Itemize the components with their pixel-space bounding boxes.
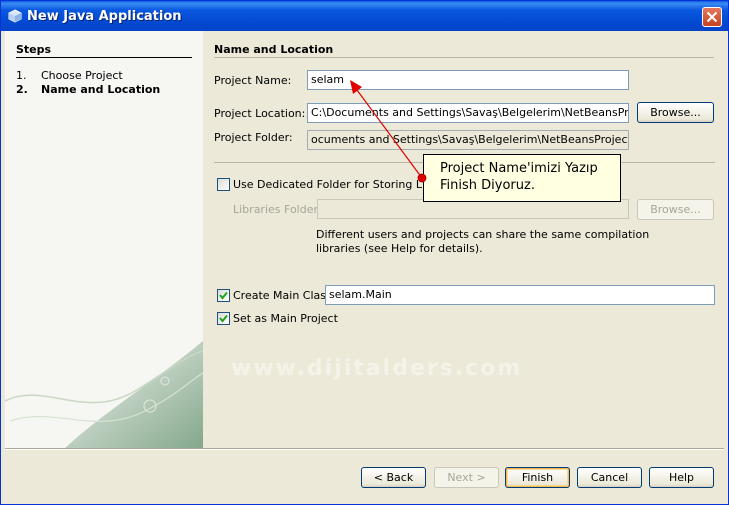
step-label: Choose Project	[41, 69, 123, 82]
browse-location-button[interactable]: Browse...	[637, 102, 714, 123]
step-label: Name and Location	[41, 83, 161, 96]
watermark-text: www.dijitalders.com	[231, 356, 523, 381]
libraries-help-line1: Different users and projects can share t…	[316, 228, 650, 241]
libraries-folder-input[interactable]	[317, 199, 629, 219]
button-bar-divider-highlight	[5, 449, 724, 450]
window-title: New Java Application	[27, 9, 182, 24]
close-icon	[706, 11, 718, 23]
cancel-button[interactable]: Cancel	[577, 467, 642, 488]
finish-button[interactable]: Finish	[505, 467, 570, 488]
project-location-label: Project Location:	[214, 107, 306, 120]
dialog-window: New Java Application Steps 1. Choose Proj…	[0, 0, 729, 505]
step-choose-project: 1. Choose Project	[16, 69, 123, 82]
annotation-callout: Project Name'imizi Yazıp Finish Diyoruz.	[423, 154, 621, 202]
steps-title: Steps	[16, 43, 52, 56]
set-main-project-checkbox[interactable]	[217, 312, 230, 325]
callout-line1: Project Name'imizi Yazıp	[440, 161, 598, 176]
project-location-input[interactable]: C:\Documents and Settings\Savaş\Belgeler…	[307, 103, 629, 123]
dedicated-folder-label[interactable]: Use Dedicated Folder for Storing Librari	[233, 178, 451, 191]
checkmark-icon	[219, 291, 228, 300]
libraries-help-line2: libraries (see Help for details).	[316, 242, 483, 255]
steps-divider	[16, 57, 192, 58]
libraries-folder-label: Libraries Folder:	[233, 203, 322, 216]
checkmark-icon	[219, 314, 228, 323]
project-folder-label: Project Folder:	[214, 131, 293, 144]
step-number: 1.	[16, 69, 27, 82]
set-main-project-label[interactable]: Set as Main Project	[233, 312, 338, 325]
back-button[interactable]: < Back	[361, 467, 426, 488]
close-button[interactable]	[702, 7, 722, 27]
main-class-input[interactable]: selam.Main	[325, 285, 715, 305]
dedicated-folder-checkbox[interactable]	[217, 178, 230, 191]
next-button[interactable]: Next >	[434, 467, 499, 488]
help-button[interactable]: Help	[649, 467, 714, 488]
step-number: 2.	[16, 83, 28, 96]
step-name-and-location: 2. Name and Location	[16, 83, 160, 96]
swirl-decoration	[5, 341, 203, 448]
project-name-label: Project Name:	[214, 74, 292, 87]
project-folder-field[interactable]: ocuments and Settings\Savaş\Belgelerim\N…	[307, 130, 629, 150]
create-main-class-label[interactable]: Create Main Class	[233, 289, 332, 302]
java-cube-icon	[8, 9, 22, 23]
title-bar[interactable]: New Java Application	[1, 1, 728, 31]
project-name-input[interactable]: selam	[307, 70, 629, 90]
section-title: Name and Location	[214, 43, 334, 56]
browse-libraries-button[interactable]: Browse...	[637, 199, 714, 220]
section-divider	[214, 57, 714, 58]
callout-line2: Finish Diyoruz.	[440, 178, 535, 193]
create-main-class-checkbox[interactable]	[217, 289, 230, 302]
steps-panel: Steps 1. Choose Project 2. Name and Locati…	[5, 31, 203, 448]
main-panel: Name and Location Project Name: selam Pr…	[203, 31, 728, 448]
